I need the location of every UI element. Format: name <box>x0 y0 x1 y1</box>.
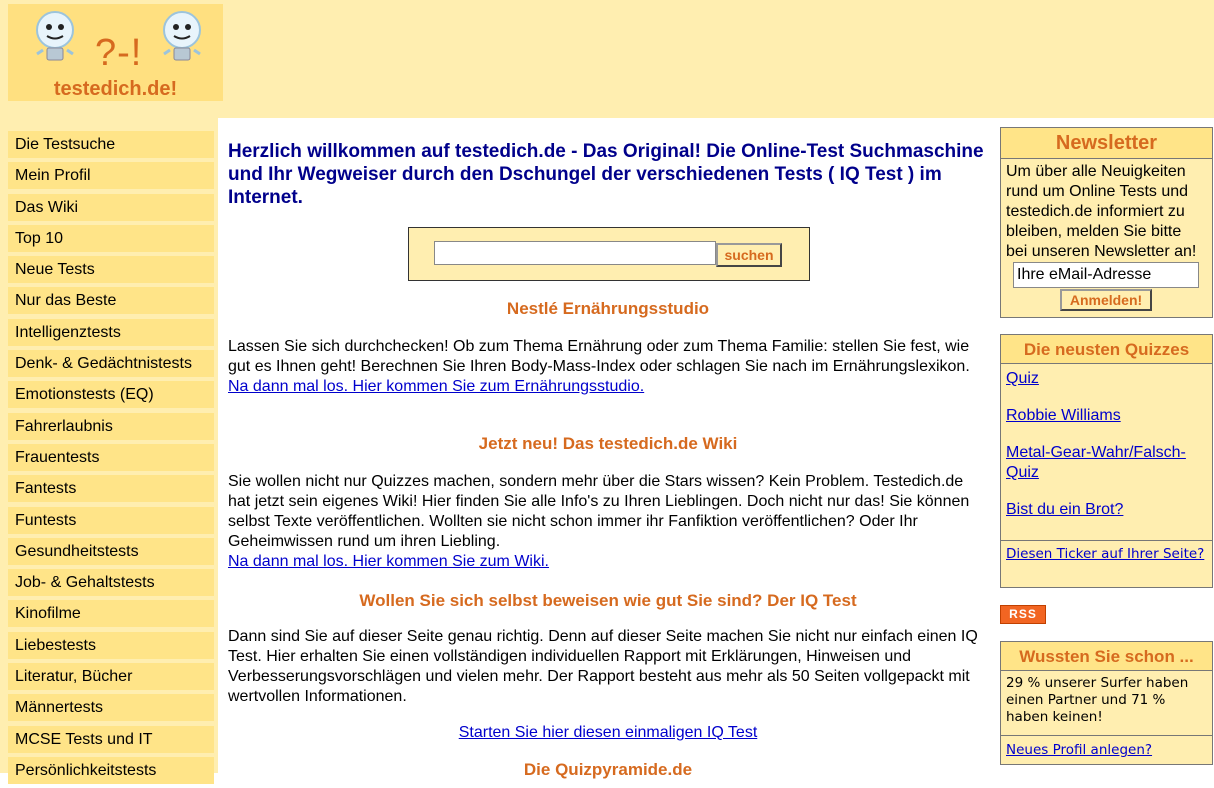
section-body-wiki: Sie wollen nicht nur Quizzes machen, son… <box>228 472 988 572</box>
nav-item-mcse[interactable]: MCSE Tests und IT <box>8 725 214 753</box>
section-text-nestle: Lassen Sie sich durchchecken! Ob zum The… <box>228 338 970 375</box>
logo-glyph: ?-! <box>95 32 143 74</box>
nav-item-intelligenztests[interactable]: Intelligenztests <box>8 318 214 346</box>
quiz-list: Quiz Robbie Williams Metal-Gear-Wahr/Fal… <box>1001 364 1212 520</box>
new-profile-link[interactable]: Neues Profil anlegen? <box>1001 742 1157 758</box>
nav-item-beste[interactable]: Nur das Beste <box>8 287 214 315</box>
section-text-iq: Dann sind Sie auf dieser Seite genau ric… <box>228 628 978 705</box>
subscribe-button[interactable]: Anmelden! <box>1060 289 1152 311</box>
quizzes-title: Die neusten Quizzes <box>1001 335 1212 364</box>
main-content: Herzlich willkommen auf testedich.de - D… <box>228 140 988 779</box>
section-title-quizpyramide: Die Quizpyramide.de <box>523 760 693 779</box>
did-you-know-box: Wussten Sie schon ... 29 % unserer Surfe… <box>1000 641 1213 765</box>
nav-item-persoenlichkeit[interactable]: Persönlichkeitstests <box>8 756 214 784</box>
ticker-row: Diesen Ticker auf Ihrer Seite? <box>1001 540 1212 563</box>
nav-item-testsuche[interactable]: Die Testsuche <box>8 131 214 158</box>
nav-item-fantests[interactable]: Fantests <box>8 475 214 503</box>
quiz-link[interactable]: Robbie Williams <box>1001 406 1212 426</box>
rss-badge[interactable]: RSS <box>1000 605 1046 624</box>
facts-link-row: Neues Profil anlegen? <box>1001 735 1212 759</box>
nav-item-top10[interactable]: Top 10 <box>8 224 214 252</box>
lightbulb-icon <box>36 11 74 61</box>
latest-quizzes-box: Die neusten Quizzes Quiz Robbie Williams… <box>1000 334 1213 588</box>
section-text-wiki: Sie wollen nicht nur Quizzes machen, son… <box>228 473 970 550</box>
nav-item-jobtests[interactable]: Job- & Gehaltstests <box>8 569 214 597</box>
newsletter-text: Um über alle Neuigkeiten rund um Online … <box>1006 163 1197 260</box>
search-box: suchen <box>408 227 810 281</box>
section-body-iq: Dann sind Sie auf dieser Seite genau ric… <box>228 627 988 707</box>
category-nav: Die Testsuche Mein Profil Das Wiki Top 1… <box>8 131 214 788</box>
search-input[interactable] <box>434 241 716 265</box>
quiz-link[interactable]: Quiz <box>1001 369 1212 389</box>
lightbulb-icon <box>163 11 201 61</box>
iq-link-row: Starten Sie hier diesen einmaligen IQ Te… <box>228 724 988 742</box>
nav-item-wiki[interactable]: Das Wiki <box>8 193 214 221</box>
quiz-link[interactable]: Metal-Gear-Wahr/Falsch-Quiz <box>1001 443 1201 483</box>
nav-item-profil[interactable]: Mein Profil <box>8 162 214 190</box>
welcome-heading: Herzlich willkommen auf testedich.de - D… <box>228 141 984 208</box>
logo-text: testedich.de! <box>53 78 178 100</box>
section-body-nestle: Lassen Sie sich durchchecken! Ob zum The… <box>228 337 988 397</box>
nav-item-kinofilme[interactable]: Kinofilme <box>8 600 214 628</box>
site-logo[interactable]: ?-! testedich.de! <box>8 4 223 101</box>
email-field[interactable] <box>1013 262 1199 288</box>
nav-item-frauentests[interactable]: Frauentests <box>8 443 214 471</box>
nav-item-maennertests[interactable]: Männertests <box>8 694 214 722</box>
section-title-wiki: Jetzt neu! Das testedich.de Wiki <box>478 434 738 453</box>
nav-item-neue-tests[interactable]: Neue Tests <box>8 256 214 284</box>
search-button[interactable]: suchen <box>716 243 782 267</box>
facts-text: 29 % unserer Surfer haben einen Partner … <box>1006 675 1189 725</box>
nav-item-funtests[interactable]: Funtests <box>8 506 214 534</box>
nav-item-fahrerlaubnis[interactable]: Fahrerlaubnis <box>8 412 214 440</box>
newsletter-title: Newsletter <box>1001 128 1212 159</box>
nav-item-liebestests[interactable]: Liebestests <box>8 631 214 659</box>
link-ernaehrungsstudio[interactable]: Na dann mal los. Hier kommen Sie zum Ern… <box>228 378 644 395</box>
link-iq-test[interactable]: Starten Sie hier diesen einmaligen IQ Te… <box>459 724 758 741</box>
nav-item-literatur[interactable]: Literatur, Bücher <box>8 663 214 691</box>
nav-item-gesundheitstests[interactable]: Gesundheitstests <box>8 537 214 565</box>
nav-item-denktests[interactable]: Denk- & Gedächtnistests <box>8 350 214 378</box>
facts-title: Wussten Sie schon ... <box>1001 642 1212 671</box>
quiz-link[interactable]: Bist du ein Brot? <box>1001 500 1212 520</box>
section-title-nestle: Nestlé Ernährungsstudio <box>506 299 710 318</box>
newsletter-box: Newsletter Um über alle Neuigkeiten rund… <box>1000 127 1213 318</box>
ticker-embed-link[interactable]: Diesen Ticker auf Ihrer Seite? <box>1001 546 1212 563</box>
nav-item-emotionstests[interactable]: Emotionstests (EQ) <box>8 381 214 409</box>
link-wiki[interactable]: Na dann mal los. Hier kommen Sie zum Wik… <box>228 553 549 570</box>
section-title-iq: Wollen Sie sich selbst beweisen wie gut … <box>359 591 857 610</box>
